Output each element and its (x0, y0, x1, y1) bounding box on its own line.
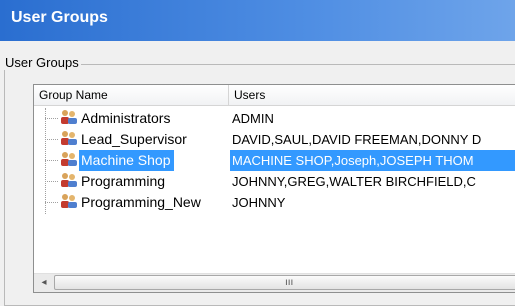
tree-header: Group Name Users (34, 85, 515, 106)
group-name: Programming_New (81, 194, 201, 210)
user-groups-tree[interactable]: Group Name Users Administrators ADMIN Le… (33, 84, 515, 293)
tree-row[interactable]: Administrators ADMIN (34, 108, 515, 129)
scroll-left-arrow-icon[interactable]: ◂ (37, 276, 51, 290)
group-users: MACHINE SHOP,Joseph,JOSEPH THOM (230, 150, 515, 171)
group-users: ADMIN (232, 111, 274, 126)
tree-row-selected[interactable]: Machine Shop MACHINE SHOP,Joseph,JOSEPH … (34, 150, 515, 171)
group-users: DAVID,SAUL,DAVID FREEMAN,DONNY D (232, 132, 482, 147)
tree-row[interactable]: Programming_New JOHNNY (34, 192, 515, 213)
user-group-icon (61, 152, 77, 166)
user-group-icon (61, 194, 77, 208)
tree-connector-branch (45, 160, 58, 161)
tree-connector-branch (45, 118, 58, 119)
group-name: Machine Shop (79, 150, 174, 171)
column-header-users[interactable]: Users (229, 85, 515, 105)
window-title: User Groups (11, 9, 108, 26)
horizontal-scrollbar[interactable]: ◂ ııı (34, 273, 515, 292)
tree-row[interactable]: Programming JOHNNY,GREG,WALTER BIRCHFIEL… (34, 171, 515, 192)
user-group-icon (61, 131, 77, 145)
scrollbar-thumb[interactable]: ııı (54, 275, 515, 290)
groupbox-label: User Groups (3, 55, 81, 70)
tree-connector-branch (45, 202, 58, 203)
title-bar: User Groups (0, 0, 515, 41)
tree-row[interactable]: Lead_Supervisor DAVID,SAUL,DAVID FREEMAN… (34, 129, 515, 150)
group-name: Programming (81, 173, 166, 189)
tree-connector-branch (45, 181, 58, 182)
scrollbar-grip-icon: ııı (285, 277, 294, 288)
user-group-icon (61, 173, 77, 187)
group-name: Lead_Supervisor (81, 131, 187, 147)
group-users: JOHNNY,GREG,WALTER BIRCHFIELD,C (232, 174, 476, 189)
user-group-icon (61, 110, 77, 124)
column-header-group-name[interactable]: Group Name (34, 85, 229, 105)
tree-connector-branch (45, 139, 58, 140)
group-name: Administrators (81, 110, 171, 126)
group-users: JOHNNY (232, 195, 286, 210)
